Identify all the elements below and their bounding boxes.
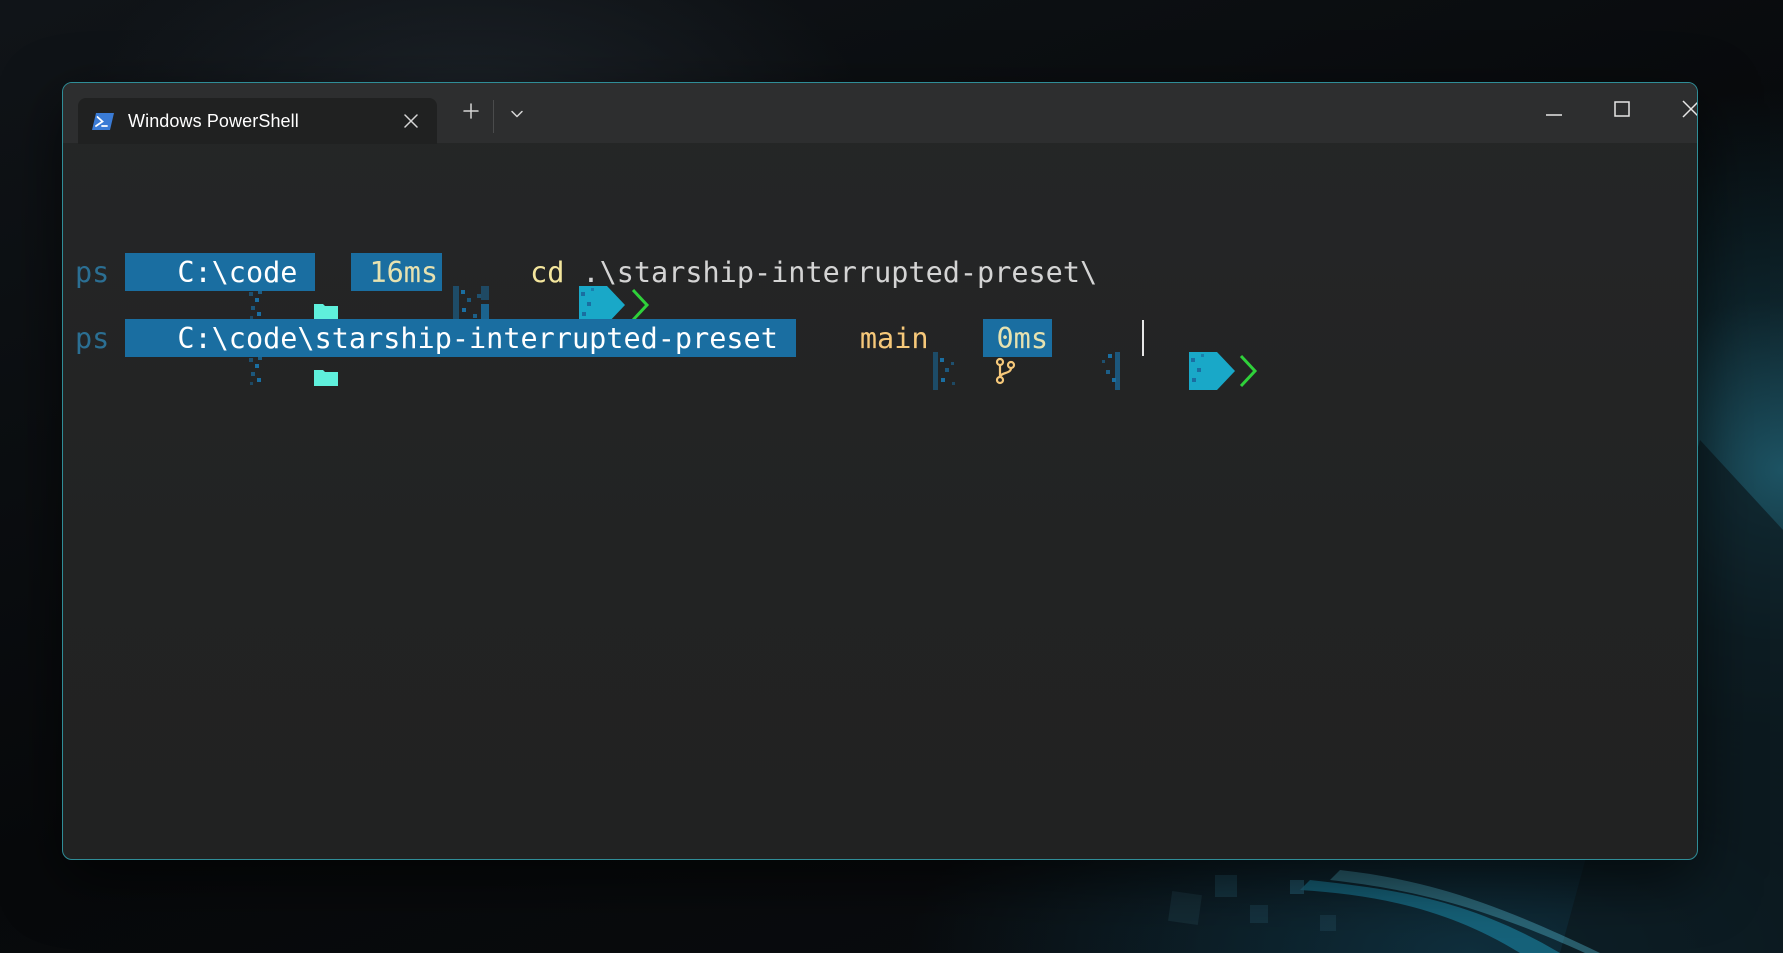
close-icon: [1682, 100, 1697, 122]
directory-path: C:\code: [177, 255, 298, 289]
segment-arrow: [1052, 319, 1236, 390]
plus-icon: [463, 103, 479, 123]
close-button[interactable]: [1657, 89, 1697, 133]
prompt-chevron: [490, 253, 650, 322]
tab-dropdown-button[interactable]: [499, 95, 535, 131]
git-branch-icon: [822, 324, 1016, 385]
prompt-line-2: ps C:\code\starship-interrupted-preset m…: [75, 319, 1258, 390]
tab-divider: [493, 100, 494, 133]
command-duration: 16ms: [369, 255, 439, 289]
segment-dither: [109, 319, 262, 385]
segment-dither: [963, 319, 1120, 390]
minimize-button[interactable]: [1520, 89, 1588, 133]
folder-icon: [141, 328, 338, 386]
segment-dither: [315, 253, 489, 324]
maximize-button[interactable]: [1588, 89, 1656, 133]
chevron-down-icon: [510, 104, 524, 123]
segment-dither: [109, 253, 262, 319]
title-bar: Windows PowerShell: [63, 83, 1697, 144]
minimize-icon: [1545, 102, 1563, 121]
powershell-icon: [92, 112, 114, 130]
command-verb: cd: [530, 255, 565, 289]
command-duration: 0ms: [996, 321, 1048, 355]
prompt-chevron: [1100, 319, 1258, 388]
terminal-window: Windows PowerShell ps C:\code 16ms cd .\…: [62, 82, 1698, 860]
close-icon[interactable]: [399, 109, 423, 133]
directory-path: C:\code\starship-interrupted-preset: [177, 321, 778, 355]
text-cursor: [1142, 320, 1144, 356]
duration-segment: 16ms: [351, 253, 443, 291]
directory-segment: C:\code: [125, 253, 338, 320]
shell-indicator: ps: [75, 255, 110, 289]
segment-arrow: [442, 253, 626, 324]
command-argument: .\starship-interrupted-preset\: [582, 255, 1098, 289]
folder-icon: [141, 262, 338, 320]
tab-title: Windows PowerShell: [128, 110, 299, 131]
new-tab-button[interactable]: [453, 95, 489, 131]
shell-indicator: ps: [75, 321, 110, 355]
terminal-output[interactable]: ps C:\code 16ms cd .\starship-interrupte…: [63, 143, 1697, 859]
directory-segment: C:\code\starship-interrupted-preset: [125, 319, 796, 386]
tab-windows-powershell[interactable]: Windows PowerShell: [78, 98, 437, 144]
git-branch-name: main: [859, 321, 929, 355]
git-branch-segment: main: [822, 321, 1016, 385]
segment-dither: [796, 319, 956, 390]
prompt-line-1: ps C:\code 16ms cd .\starship-interrupte…: [75, 253, 1098, 324]
maximize-icon: [1614, 101, 1630, 121]
duration-segment: 0ms: [982, 319, 1052, 357]
